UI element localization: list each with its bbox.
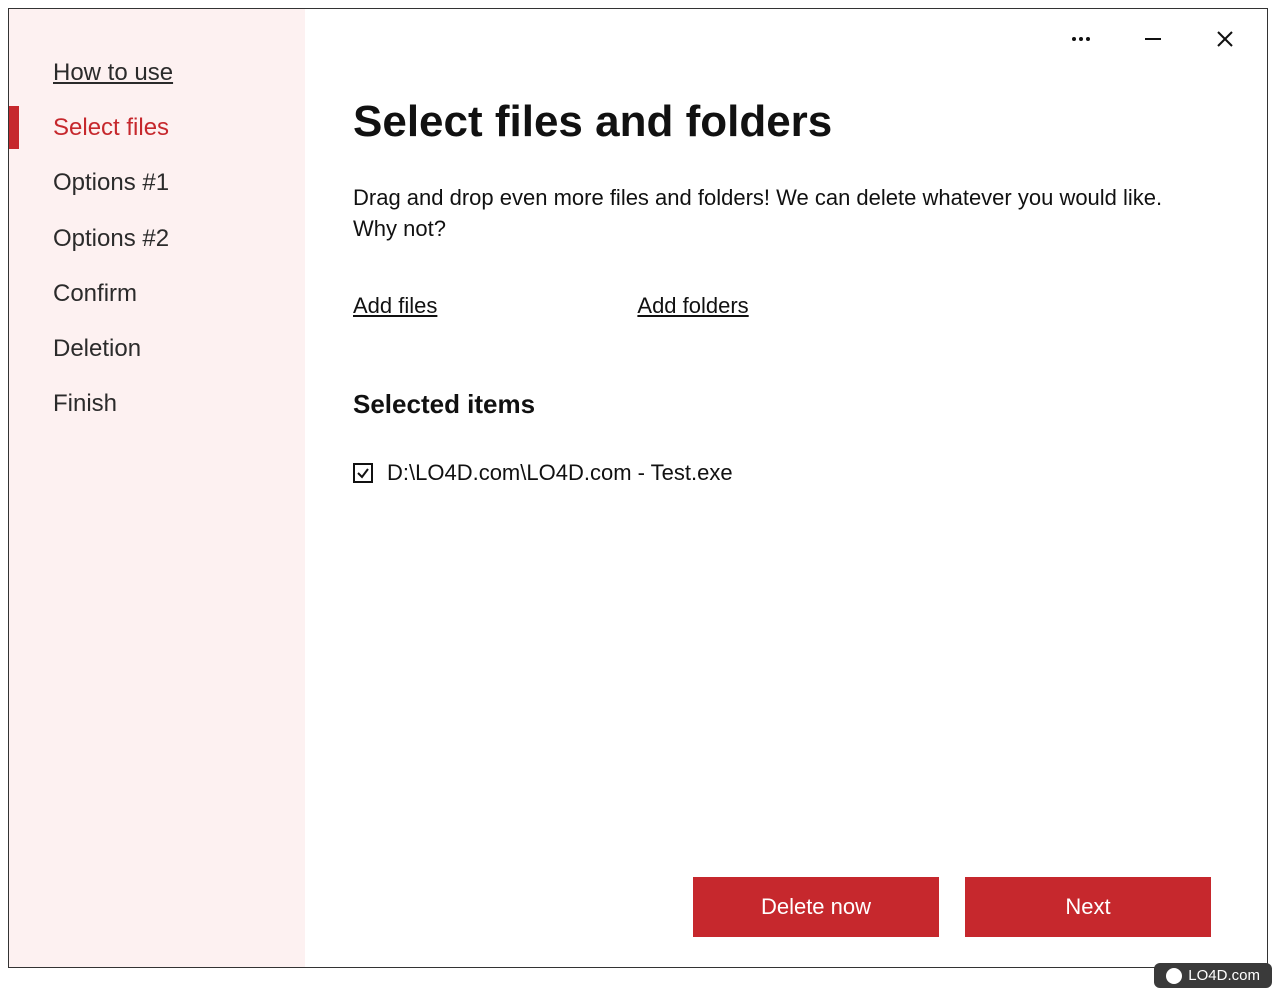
delete-now-button[interactable]: Delete now [693,877,939,937]
add-files-link[interactable]: Add files [353,293,437,319]
sidebar-item-confirm[interactable]: Confirm [9,266,305,321]
add-links: Add files Add folders [353,293,1211,319]
add-folders-link[interactable]: Add folders [637,293,748,319]
next-button[interactable]: Next [965,877,1211,937]
sidebar-item-options-1[interactable]: Options #1 [9,155,305,210]
item-checkbox[interactable] [353,463,373,483]
page-title: Select files and folders [353,97,1211,147]
sidebar: How to use Select files Options #1 Optio… [9,9,305,967]
main-content: Select files and folders Drag and drop e… [305,9,1267,967]
sidebar-item-select-files[interactable]: Select files [9,100,305,155]
selected-item-row: D:\LO4D.com\LO4D.com - Test.exe [353,460,1211,486]
watermark-badge: LO4D.com [1154,963,1272,988]
more-icon[interactable] [1059,19,1103,59]
footer-buttons: Delete now Next [693,877,1211,937]
page-description: Drag and drop even more files and folder… [353,183,1173,245]
item-path: D:\LO4D.com\LO4D.com - Test.exe [387,460,733,486]
watermark-text: LO4D.com [1188,967,1260,984]
titlebar [1059,9,1267,59]
sidebar-item-options-2[interactable]: Options #2 [9,211,305,266]
sidebar-item-finish[interactable]: Finish [9,376,305,431]
watermark-logo-icon [1166,968,1182,984]
sidebar-item-deletion[interactable]: Deletion [9,321,305,376]
close-icon[interactable] [1203,19,1247,59]
sidebar-item-how-to-use[interactable]: How to use [9,45,305,100]
app-window: How to use Select files Options #1 Optio… [8,8,1268,968]
minimize-icon[interactable] [1131,19,1175,59]
selected-items-heading: Selected items [353,389,1211,420]
